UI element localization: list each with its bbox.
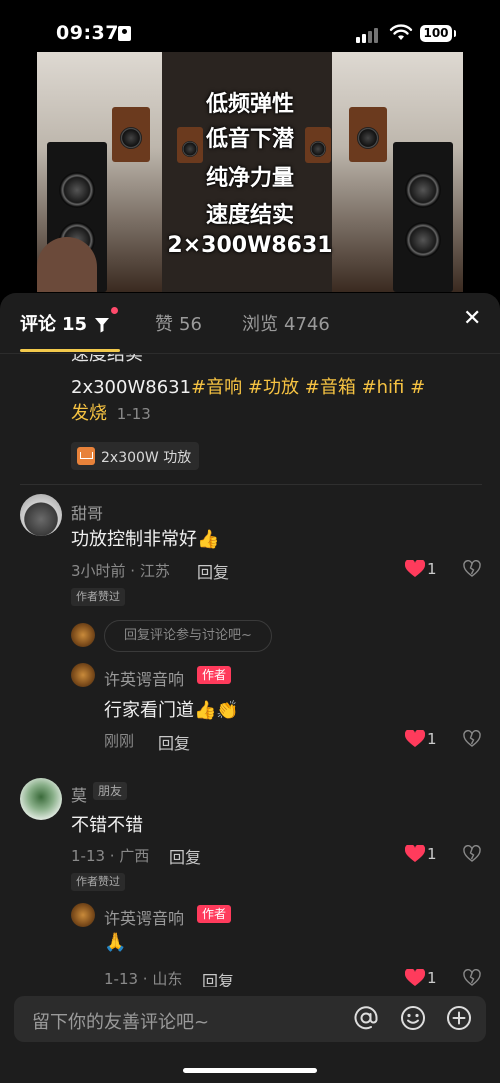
- reply-button[interactable]: 回复: [158, 730, 190, 754]
- wifi-icon: [389, 24, 413, 40]
- comment-meta: 3小时前 · 江苏: [71, 562, 170, 580]
- reply-button[interactable]: 回复: [169, 844, 201, 868]
- product-label: 2x300W 功放: [101, 450, 192, 466]
- reply-meta: 刚刚: [104, 732, 135, 750]
- comment-meta: 1-13 · 广西: [71, 847, 150, 865]
- reply-text: 行家看门道👍👏: [104, 700, 239, 721]
- notification-dot: [111, 307, 118, 314]
- video-overlay-line-5: 2×300W8631: [167, 233, 333, 258]
- heart-icon[interactable]: [405, 730, 425, 748]
- comment-text: 功放控制非常好👍: [71, 529, 220, 550]
- dislike-icon[interactable]: [463, 560, 481, 578]
- tab-comments-label: 评论: [20, 314, 56, 335]
- author-badge: 作者: [197, 905, 232, 923]
- like-count: 1: [427, 560, 437, 578]
- video-overlay-line-4: 速度结实: [205, 203, 294, 228]
- tab-views[interactable]: 浏览 4746: [242, 310, 330, 336]
- reply-button[interactable]: 回复: [202, 968, 234, 987]
- author-badge: 作者: [197, 666, 232, 684]
- thumbs-up-emoji: 👍: [197, 529, 220, 550]
- like-count: 1: [427, 845, 437, 863]
- home-indicator[interactable]: [183, 1068, 317, 1073]
- reply-author-name[interactable]: 许英谔音响: [104, 666, 184, 690]
- hashtag-continued[interactable]: #: [410, 377, 425, 398]
- heart-icon[interactable]: [405, 560, 425, 578]
- mention-icon[interactable]: [353, 1005, 379, 1031]
- product-link[interactable]: 2x300W 功放: [71, 442, 199, 470]
- author-avatar[interactable]: [71, 663, 95, 687]
- shopping-cart-icon: [77, 447, 95, 465]
- hashtag-hifi[interactable]: #hifi: [362, 377, 405, 398]
- praying-hands-emoji: 🙏: [104, 932, 127, 953]
- close-icon[interactable]: ✕: [463, 306, 481, 331]
- hashtag-amplifier[interactable]: #功放: [248, 377, 299, 398]
- hashtag-fever[interactable]: 发烧: [71, 403, 107, 424]
- avatar[interactable]: [20, 778, 62, 820]
- filter-icon[interactable]: [95, 317, 109, 333]
- thumbs-up-clap-emoji: 👍👏: [194, 700, 239, 721]
- cellular-signal-icon: [356, 27, 380, 43]
- status-time: 09:37: [56, 22, 119, 44]
- heart-icon[interactable]: [405, 969, 425, 987]
- video-overlay-line-2: 低音下潜: [205, 127, 294, 152]
- tab-comments[interactable]: 评论 15: [20, 310, 87, 336]
- comment-tabs: 评论 15 赞 56 浏览 4746 ✕: [0, 293, 500, 354]
- tab-likes[interactable]: 赞 56: [155, 310, 202, 336]
- caption-line-2: 发烧 1-13: [71, 399, 151, 425]
- reply-button[interactable]: 回复: [197, 559, 229, 583]
- video-overlay-line-3: 纯净力量: [205, 166, 294, 191]
- tab-likes-label: 赞: [155, 314, 173, 335]
- reply-prompt-input[interactable]: 回复评论参与讨论吧~: [104, 620, 272, 652]
- caption-text: 2x300W8631: [71, 377, 192, 398]
- status-bar: 09:37 100: [0, 0, 500, 56]
- id-card-icon: [118, 26, 131, 41]
- reply-author-name[interactable]: 许英谔音响: [104, 905, 184, 929]
- like-count: 1: [427, 730, 437, 748]
- avatar[interactable]: [20, 494, 62, 536]
- commenter-name[interactable]: 莫: [71, 782, 87, 806]
- like-count: 1: [427, 969, 437, 987]
- divider: [20, 484, 482, 485]
- comment-input-bar[interactable]: 留下你的友善评论吧~: [14, 996, 486, 1042]
- battery-indicator: 100: [420, 25, 456, 42]
- reply-meta: 1-13 · 山东: [104, 970, 183, 987]
- comment-sheet: 评论15 赞56 浏览4746 ✕ 速度结实 2x300W8631#音响 #功放…: [0, 293, 500, 1083]
- add-icon[interactable]: [446, 1005, 472, 1031]
- active-tab-underline: [20, 349, 120, 352]
- video-overlay-line-1: 低频弹性: [205, 92, 294, 117]
- hashtag-audio[interactable]: #音响: [191, 377, 242, 398]
- comment-list[interactable]: 速度结实 2x300W8631#音响 #功放 #音箱 #hifi # 发烧 1-…: [0, 354, 500, 987]
- tab-views-label: 浏览: [242, 314, 278, 335]
- comment-text: 不错不错: [71, 815, 143, 836]
- heart-icon[interactable]: [405, 845, 425, 863]
- dislike-icon[interactable]: [463, 969, 481, 987]
- author-liked-badge: 作者赞过: [71, 588, 125, 606]
- tab-comments-count: 15: [62, 314, 88, 335]
- author-avatar[interactable]: [71, 903, 95, 927]
- caption-line-1: 2x300W8631#音响 #功放 #音箱 #hifi #: [71, 373, 425, 399]
- tab-views-count: 4746: [284, 314, 330, 335]
- tab-likes-count: 56: [179, 314, 202, 335]
- dislike-icon[interactable]: [463, 730, 481, 748]
- video-player[interactable]: 低频弹性 低音下潜 纯净力量 速度结实 2×300W8631: [37, 52, 463, 292]
- dislike-icon[interactable]: [463, 845, 481, 863]
- hashtag-speaker[interactable]: #音箱: [305, 377, 356, 398]
- author-liked-badge: 作者赞过: [71, 873, 125, 891]
- caption-date: 1-13: [116, 405, 151, 423]
- caption-clipped-line: 速度结实: [71, 354, 143, 362]
- author-avatar[interactable]: [71, 623, 95, 647]
- friend-badge: 朋友: [93, 782, 128, 800]
- emoji-icon[interactable]: [400, 1005, 426, 1031]
- comment-input[interactable]: 留下你的友善评论吧~: [32, 1008, 209, 1034]
- commenter-name[interactable]: 甜哥: [71, 500, 103, 524]
